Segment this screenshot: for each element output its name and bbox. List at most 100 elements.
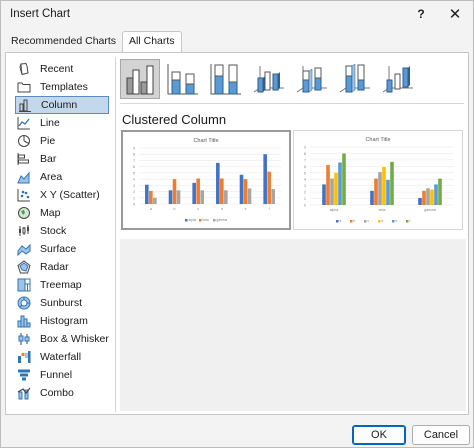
bar-b-alpha	[326, 165, 330, 205]
stacked-100-column-icon	[210, 64, 241, 95]
subtype-3d-100-stacked-column[interactable]	[335, 59, 375, 99]
chart-type-line[interactable]: Line	[15, 114, 109, 132]
bar-a-gamma	[418, 197, 422, 205]
subtype-stacked-column[interactable]	[163, 59, 203, 99]
bar-e-beta	[386, 179, 390, 205]
bar-a-alpha	[322, 184, 326, 205]
chart-type-label: Bar	[40, 153, 57, 165]
chart-type-sunburst[interactable]: Sunburst	[15, 294, 109, 312]
chart-type-area[interactable]: Area	[15, 168, 109, 186]
y-tick-label: 7	[133, 159, 135, 163]
globe-icon	[17, 206, 31, 220]
y-tick-label: 3	[133, 184, 135, 188]
y-tick-label: 5	[304, 171, 306, 175]
bar-alpha-b	[168, 190, 173, 204]
ok-button[interactable]: OK	[352, 425, 406, 445]
bar-gamma-b	[176, 190, 181, 204]
chart-type-label: Templates	[40, 81, 88, 93]
bar-e-gamma	[434, 184, 438, 205]
treemap-icon	[17, 278, 31, 292]
chart-type-waterfall[interactable]: Waterfall	[15, 348, 109, 366]
y-tick-label: 6	[304, 165, 306, 169]
recent-icon	[17, 62, 31, 76]
legend-label: alpha	[189, 218, 197, 222]
chart-type-label: Histogram	[40, 315, 88, 327]
chart-type-box-whisker[interactable]: Box & Whisker	[15, 330, 109, 348]
chart-title: Chart Title	[193, 138, 218, 144]
subtype-gallery	[120, 59, 421, 103]
chart-type-funnel[interactable]: Funnel	[15, 366, 109, 384]
3d-column-icon	[382, 66, 413, 93]
3d-stacked-100-column-icon	[339, 63, 370, 93]
chart-type-label: Radar	[40, 261, 69, 273]
chart-type-combo[interactable]: Combo	[15, 384, 109, 402]
chart-type-histogram[interactable]: Histogram	[15, 312, 109, 330]
subtype-3d-stacked-column[interactable]	[292, 59, 332, 99]
close-button[interactable]: ✕	[441, 3, 469, 25]
preview-chart-svg-1: Chart Title 0 1 2 3 4 5 6 7 8 9 a b c d e f alpha beta gamm…	[133, 138, 281, 222]
radar-chart-icon	[17, 260, 31, 274]
x-tick-label: a	[150, 207, 152, 211]
combo-chart-icon	[17, 386, 31, 400]
chart-type-surface[interactable]: Surface	[15, 240, 109, 258]
subtype-3d-column[interactable]	[378, 59, 418, 99]
chart-type-radar[interactable]: Radar	[15, 258, 109, 276]
legend-swatch	[213, 219, 216, 222]
chart-preview-2[interactable]: Chart Title 0 1 2 3 4 5 6 7 8 9 alpha beta gamma a b c d e…	[293, 130, 463, 230]
bar-gamma-e	[247, 188, 252, 204]
histogram-icon	[17, 314, 31, 328]
bar-f-gamma	[438, 178, 442, 205]
bar-beta-e	[243, 179, 248, 204]
subtype-clustered-column[interactable]	[120, 59, 160, 99]
subtype-3d-clustered-column[interactable]	[249, 59, 289, 99]
scatter-chart-icon	[17, 188, 31, 202]
insert-chart-dialog: Insert Chart ? ✕ Recommended Charts All …	[0, 0, 474, 448]
chart-type-label: Waterfall	[40, 351, 82, 363]
legend-swatch	[336, 220, 339, 223]
y-tick-label: 7	[304, 158, 306, 162]
legend-label: a	[340, 219, 342, 223]
help-button[interactable]: ?	[407, 3, 435, 25]
x-tick-label: f	[269, 207, 270, 211]
chart-type-scatter[interactable]: X Y (Scatter)	[15, 186, 109, 204]
chart-type-label: Combo	[40, 387, 74, 399]
y-tick-label: 5	[133, 171, 135, 175]
chart-type-treemap[interactable]: Treemap	[15, 276, 109, 294]
column-chart-icon	[18, 98, 32, 112]
y-tick-label: 1	[133, 196, 135, 200]
chart-type-recent[interactable]: Recent	[15, 60, 109, 78]
chart-type-label: Sunburst	[40, 297, 83, 309]
legend-swatch	[392, 220, 395, 223]
y-tick-label: 9	[133, 147, 135, 151]
chart-type-stock[interactable]: Stock	[15, 222, 109, 240]
legend-label: e	[396, 219, 398, 223]
chart-type-templates[interactable]: Templates	[15, 78, 109, 96]
chart-type-bar[interactable]: Bar	[15, 150, 109, 168]
dialog-title: Insert Chart	[10, 8, 71, 20]
chart-type-column[interactable]: Column	[15, 96, 109, 114]
y-tick-label: 3	[304, 184, 306, 188]
tab-all-charts[interactable]: All Charts	[122, 31, 182, 52]
tab-recommended-charts[interactable]: Recommended Charts	[5, 32, 122, 52]
legend-label: gamma	[217, 218, 228, 222]
line-chart-icon	[17, 116, 31, 130]
waterfall-icon	[17, 350, 31, 364]
x-tick-label: b	[174, 207, 176, 211]
subtype-100-stacked-column[interactable]	[206, 59, 246, 99]
stock-chart-icon	[17, 224, 31, 238]
cancel-button[interactable]: Cancel	[412, 425, 470, 445]
subtype-title: Clustered Column	[122, 112, 227, 127]
bar-alpha-f	[263, 154, 267, 204]
legend-label: c	[368, 219, 370, 223]
legend-label: d	[382, 219, 384, 223]
bar-alpha-d	[216, 162, 220, 204]
chart-type-map[interactable]: Map	[15, 204, 109, 222]
chart-preview-1[interactable]: Chart Title 0 1 2 3 4 5 6 7 8 9 a b c d e f alpha beta gamm…	[121, 130, 291, 230]
x-tick-label: beta	[379, 208, 386, 212]
bar-gamma-a	[153, 197, 157, 204]
legend-label: f	[410, 219, 411, 223]
chart-type-pie[interactable]: Pie	[15, 132, 109, 150]
bar-d-alpha	[334, 172, 338, 205]
y-tick-label: 9	[304, 146, 306, 150]
legend-swatch	[406, 220, 409, 223]
